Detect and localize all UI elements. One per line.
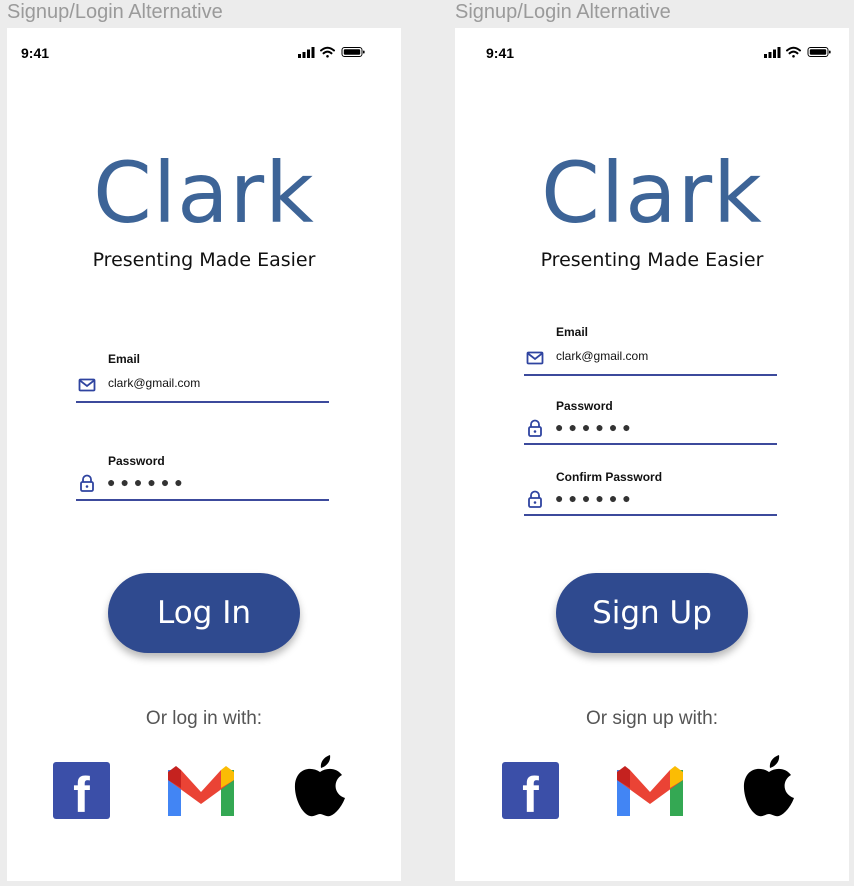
lock-icon — [528, 490, 542, 508]
facebook-icon[interactable]: f — [502, 762, 559, 819]
lock-icon — [528, 419, 542, 437]
password-input[interactable]: ●●●●●● — [107, 474, 188, 490]
apple-icon[interactable] — [740, 754, 798, 818]
frame-title-signup: Signup/Login Alternative — [455, 1, 671, 23]
login-screen: 9:41 Clark Presenting Made Easier Email … — [7, 28, 401, 881]
brand-logo: Clark — [541, 144, 763, 242]
password-label: Password — [108, 454, 165, 468]
brand-tagline: Presenting Made Easier — [92, 249, 316, 271]
password-field[interactable]: Password ●●●●●● — [76, 454, 329, 514]
gmail-icon[interactable] — [617, 766, 683, 816]
email-field[interactable]: Email clark@gmail.com — [524, 325, 777, 385]
signup-screen: 9:41 Clark Presenting Made Easier Email … — [455, 28, 849, 881]
alt-login-text: Or log in with: — [145, 708, 263, 729]
email-input[interactable]: clark@gmail.com — [556, 349, 648, 363]
password-field[interactable]: Password ●●●●●● — [524, 399, 777, 459]
frame-title-login: Signup/Login Alternative — [7, 1, 223, 23]
mail-icon — [78, 378, 96, 392]
status-time: 9:41 — [486, 45, 515, 61]
email-input[interactable]: clark@gmail.com — [108, 376, 200, 390]
status-time: 9:41 — [21, 45, 50, 61]
password-underline — [76, 499, 329, 501]
confirm-password-field[interactable]: Confirm Password ●●●●●● — [524, 470, 777, 530]
login-button[interactable]: Log In — [108, 573, 300, 653]
brand-tagline: Presenting Made Easier — [540, 249, 764, 271]
lock-icon — [80, 474, 94, 492]
gmail-icon[interactable] — [168, 766, 234, 816]
apple-icon[interactable] — [291, 754, 349, 818]
email-label: Email — [556, 325, 589, 339]
email-underline — [524, 374, 777, 376]
password-label: Password — [556, 399, 613, 413]
wifi-icon — [320, 46, 335, 58]
email-underline — [76, 401, 329, 403]
confirm-password-underline — [524, 514, 777, 516]
confirm-password-label: Confirm Password — [556, 470, 663, 484]
signal-icon — [764, 47, 781, 58]
brand-logo: Clark — [93, 144, 315, 242]
confirm-password-input[interactable]: ●●●●●● — [555, 490, 636, 506]
signal-icon — [298, 47, 315, 58]
wifi-icon — [786, 46, 801, 58]
alt-signup-text: Or sign up with: — [586, 708, 718, 729]
status-icons — [764, 46, 831, 58]
email-field[interactable]: Email clark@gmail.com — [76, 352, 329, 412]
email-label: Email — [108, 352, 141, 366]
battery-icon — [341, 47, 365, 57]
password-input[interactable]: ●●●●●● — [555, 419, 636, 435]
password-underline — [524, 443, 777, 445]
signup-button[interactable]: Sign Up — [556, 573, 748, 653]
mail-icon — [526, 351, 544, 365]
status-icons — [298, 46, 365, 58]
facebook-icon[interactable]: f — [53, 762, 110, 819]
battery-icon — [807, 47, 831, 57]
